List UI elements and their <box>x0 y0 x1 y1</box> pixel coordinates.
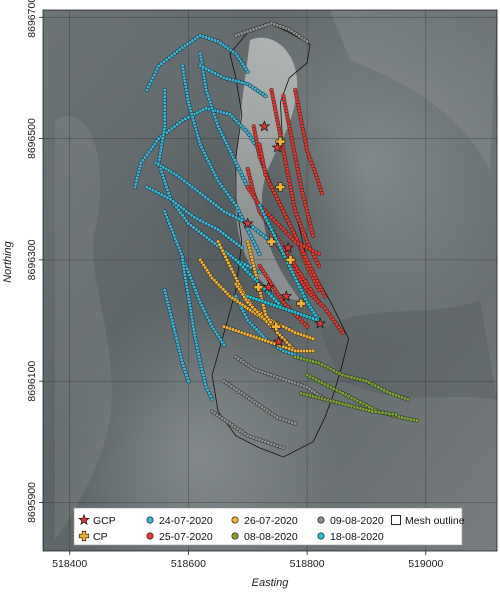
track-point <box>221 342 227 347</box>
y-tick-label: 8696500 <box>26 118 38 159</box>
x-tick-label: 518400 <box>52 558 87 570</box>
legend-label-d2407: 24-07-2020 <box>159 515 213 527</box>
legend-label-cp: CP <box>93 531 108 543</box>
legend-label-gcp: GCP <box>93 515 116 527</box>
y-tick-label: 8696100 <box>26 361 38 402</box>
track-point <box>209 397 215 402</box>
legend-marker-d2407 <box>146 516 154 524</box>
legend-label-d0908: 09-08-2020 <box>330 515 384 527</box>
track-point <box>310 348 316 354</box>
y-tick-label: 8696300 <box>26 239 38 280</box>
track-point <box>310 233 316 238</box>
track-point <box>304 324 310 329</box>
track-point <box>316 251 322 256</box>
map-figure: 518400 518600 518800 519000 869590086961008… <box>2 0 498 589</box>
legend-marker-d2607 <box>231 516 239 524</box>
hillshade-basemap <box>43 10 497 551</box>
track-point <box>405 397 411 402</box>
track-point <box>287 342 292 347</box>
track-point <box>340 330 345 335</box>
x-axis-title: Easting <box>252 577 290 589</box>
x-tick-label: 518800 <box>290 558 325 570</box>
y-axis-ticks: 8695900 8696100 8696300 8696500 8696700 <box>26 0 43 523</box>
y-tick-label: 8695900 <box>26 482 38 523</box>
legend-marker-d2507 <box>146 532 154 540</box>
legend-label-d1808: 18-08-2020 <box>330 531 384 543</box>
legend-label-mesh: Mesh outline <box>405 515 465 527</box>
track-point <box>304 39 310 44</box>
legend-marker-d0808 <box>231 532 239 540</box>
mesh-legend-icon <box>391 515 401 525</box>
track-point <box>393 412 399 417</box>
track-point <box>186 379 191 384</box>
track-point <box>319 191 325 196</box>
track-point <box>316 263 322 269</box>
x-tick-label: 519000 <box>408 558 443 570</box>
track-point <box>322 294 328 299</box>
x-tick-label: 518600 <box>171 558 206 570</box>
track-point <box>373 409 378 415</box>
y-tick-label: 8696700 <box>26 0 38 38</box>
track-point <box>245 69 250 75</box>
x-axis-ticks: 518400 518600 518800 519000 <box>52 551 443 570</box>
track-point <box>257 251 262 256</box>
track-point <box>293 421 298 426</box>
track-point <box>263 93 268 99</box>
y-axis-title: Northing <box>2 240 14 282</box>
legend-marker-d1808 <box>317 532 325 540</box>
legend-marker-d0908 <box>317 516 325 524</box>
track-point <box>414 418 420 423</box>
legend-label-d2607: 26-07-2020 <box>244 515 298 527</box>
track-point <box>383 411 389 416</box>
track-point <box>310 336 316 341</box>
legend-label-d2507: 25-07-2020 <box>159 531 213 543</box>
track-point <box>239 245 244 250</box>
track-point <box>281 445 286 451</box>
legend-label-d0808: 08-08-2020 <box>244 531 298 543</box>
legend: GCP 24-07-2020 26-07-2020 09-08-2020 Mesh ou… <box>73 507 465 546</box>
